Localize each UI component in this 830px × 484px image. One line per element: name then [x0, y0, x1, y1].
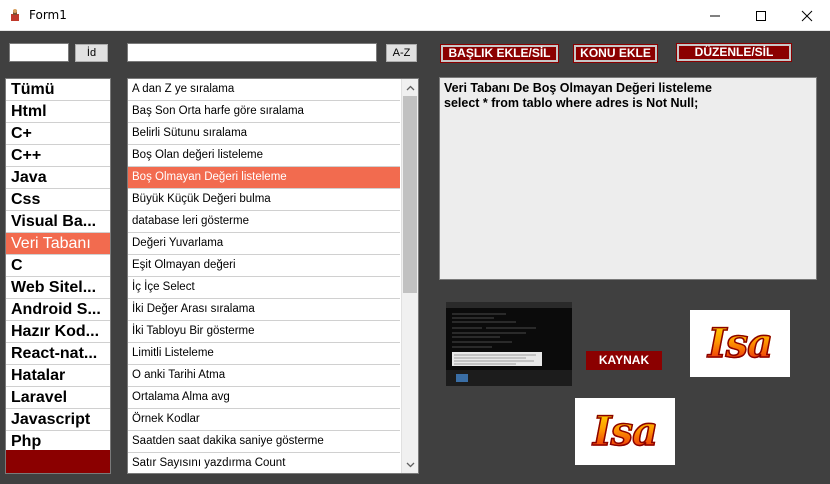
- sort-az-button[interactable]: A-Z: [386, 44, 417, 62]
- category-item[interactable]: Hazır Kod...: [6, 321, 110, 343]
- category-list[interactable]: Tümü Html C+ C++ Java Css Visual Ba... V…: [5, 78, 111, 474]
- screenshot-thumbnail[interactable]: [446, 302, 572, 386]
- search-input[interactable]: [127, 43, 377, 62]
- category-item[interactable]: Css: [6, 189, 110, 211]
- category-item[interactable]: C+: [6, 123, 110, 145]
- topic-item[interactable]: Boş Olan değeri listeleme: [128, 145, 400, 167]
- topic-list[interactable]: A dan Z ye sıralama Baş Son Orta harfe g…: [127, 78, 419, 474]
- topic-item[interactable]: Eşit Olmayan değeri: [128, 255, 400, 277]
- topic-item[interactable]: Örnek Kodlar: [128, 409, 400, 431]
- isa-logo-top: Isa: [690, 310, 790, 377]
- topic-item[interactable]: Ortalama Alma avg: [128, 387, 400, 409]
- app-icon: [8, 8, 22, 22]
- edit-delete-button-label: DÜZENLE/SİL: [694, 45, 774, 59]
- id-button[interactable]: İd: [75, 44, 108, 62]
- topic-list-scrollbar[interactable]: [401, 79, 418, 473]
- detail-line-title: Veri Tabanı De Boş Olmayan Değeri listel…: [444, 81, 712, 95]
- topic-item-selected[interactable]: Boş Olmayan Değeri listeleme: [128, 167, 400, 189]
- topic-item[interactable]: A dan Z ye sıralama: [128, 79, 400, 101]
- scroll-down-arrow-icon[interactable]: [402, 456, 418, 473]
- title-bar: Form1: [0, 0, 830, 31]
- window-title: Form1: [29, 8, 67, 22]
- maximize-button[interactable]: [738, 0, 784, 31]
- topic-item[interactable]: O anki Tarihi Atma: [128, 365, 400, 387]
- category-item-selected[interactable]: Veri Tabanı: [6, 233, 110, 255]
- edit-delete-button[interactable]: DÜZENLE/SİL: [676, 43, 792, 62]
- topic-item[interactable]: İki Değer Arası sıralama: [128, 299, 400, 321]
- category-item[interactable]: C: [6, 255, 110, 277]
- category-list-footer: [6, 450, 110, 473]
- close-button[interactable]: [784, 0, 830, 31]
- category-item[interactable]: Visual Ba...: [6, 211, 110, 233]
- category-item[interactable]: C++: [6, 145, 110, 167]
- category-item[interactable]: Web Sitel...: [6, 277, 110, 299]
- isa-logo-bottom: Isa: [575, 398, 675, 465]
- category-item[interactable]: Laravel: [6, 387, 110, 409]
- topic-item[interactable]: İç İçe Select: [128, 277, 400, 299]
- category-item[interactable]: Javascript: [6, 409, 110, 431]
- isa-logo-text: Isa: [592, 407, 659, 456]
- add-topic-button-label: KONU EKLE: [580, 46, 651, 60]
- category-item[interactable]: React-nat...: [6, 343, 110, 365]
- id-input[interactable]: [9, 43, 69, 62]
- category-item[interactable]: Android S...: [6, 299, 110, 321]
- detail-textarea[interactable]: Veri Tabanı De Boş Olmayan Değeri listel…: [439, 77, 817, 280]
- scroll-up-arrow-icon[interactable]: [402, 79, 418, 96]
- topic-item[interactable]: Baş Son Orta harfe göre sıralama: [128, 101, 400, 123]
- add-title-button-label: BAŞLIK EKLE/SİL: [448, 46, 551, 60]
- topic-item[interactable]: Saatden saat dakika saniye gösterme: [128, 431, 400, 453]
- add-title-button[interactable]: BAŞLIK EKLE/SİL: [440, 44, 559, 63]
- category-item[interactable]: Html: [6, 101, 110, 123]
- source-button[interactable]: KAYNAK: [586, 351, 662, 370]
- category-item[interactable]: Java: [6, 167, 110, 189]
- minimize-button[interactable]: [692, 0, 738, 31]
- category-item[interactable]: Hatalar: [6, 365, 110, 387]
- topic-item[interactable]: Limitli Listeleme: [128, 343, 400, 365]
- scroll-thumb[interactable]: [403, 96, 417, 293]
- add-topic-button[interactable]: KONU EKLE: [573, 44, 658, 63]
- topic-item[interactable]: Değeri Yuvarlama: [128, 233, 400, 255]
- topic-item[interactable]: Belirli Sütunu sıralama: [128, 123, 400, 145]
- topic-item[interactable]: Satır Sayısını yazdırma Count: [128, 453, 400, 473]
- isa-logo-text: Isa: [707, 319, 774, 368]
- topic-item[interactable]: Büyük Küçük Değeri bulma: [128, 189, 400, 211]
- topic-item[interactable]: İki Tabloyu Bir gösterme: [128, 321, 400, 343]
- topic-item[interactable]: database leri gösterme: [128, 211, 400, 233]
- category-item[interactable]: Tümü: [6, 79, 110, 101]
- detail-line-code: select * from tablo where adres is Not N…: [444, 96, 699, 110]
